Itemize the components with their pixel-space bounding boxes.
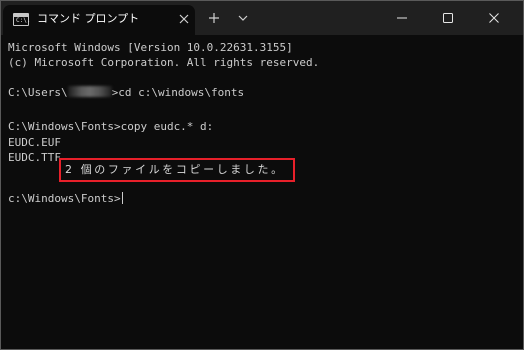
cmd-icon: C:\. — [13, 13, 31, 26]
copyright-line: (c) Microsoft Corporation. All rights re… — [8, 56, 320, 69]
maximize-button[interactable] — [425, 1, 471, 35]
tab-command-prompt[interactable]: C:\. コマンド プロンプト — [3, 5, 195, 35]
new-tab-plus-icon[interactable] — [206, 10, 222, 26]
close-icon — [489, 13, 499, 23]
tab-dropdown-chevron-down-icon[interactable] — [236, 10, 250, 26]
output-file-ttf: EUDC.TTF — [8, 151, 61, 164]
minimize-button[interactable] — [379, 1, 425, 35]
maximize-icon — [443, 13, 453, 23]
output-file-euf: EUDC.EUF — [8, 136, 61, 149]
current-prompt-line: c:\Windows\Fonts> — [8, 191, 123, 206]
minimize-icon — [397, 17, 407, 19]
tab-title: コマンド プロンプト — [37, 12, 140, 25]
close-button[interactable] — [471, 1, 517, 35]
terminal-window: C:\. コマンド プロンプト Microsoft Windows [Versi… — [0, 0, 524, 350]
cmd-icon-text: C:\. — [16, 17, 31, 24]
title-bar: C:\. コマンド プロンプト — [1, 1, 523, 35]
console-output[interactable]: Microsoft Windows [Version 10.0.22631.31… — [8, 40, 523, 349]
cd-command: >cd c:\windows\fonts — [111, 86, 245, 99]
prompt-text: c:\Windows\Fonts> — [8, 192, 121, 205]
copy-command-line: C:\Windows\Fonts>copy eudc.* d: — [8, 120, 214, 133]
cd-command-line: C:\Users\ >cd c:\windows\fonts — [8, 85, 244, 100]
cd-prompt-prefix: C:\Users\ — [8, 86, 68, 99]
tab-close-icon[interactable] — [176, 11, 192, 27]
copy-result-message: 2 個のファイルをコピーしました。 — [65, 163, 285, 176]
text-cursor — [121, 192, 123, 204]
blurred-username — [67, 86, 112, 97]
version-line: Microsoft Windows [Version 10.0.22631.31… — [8, 41, 293, 54]
